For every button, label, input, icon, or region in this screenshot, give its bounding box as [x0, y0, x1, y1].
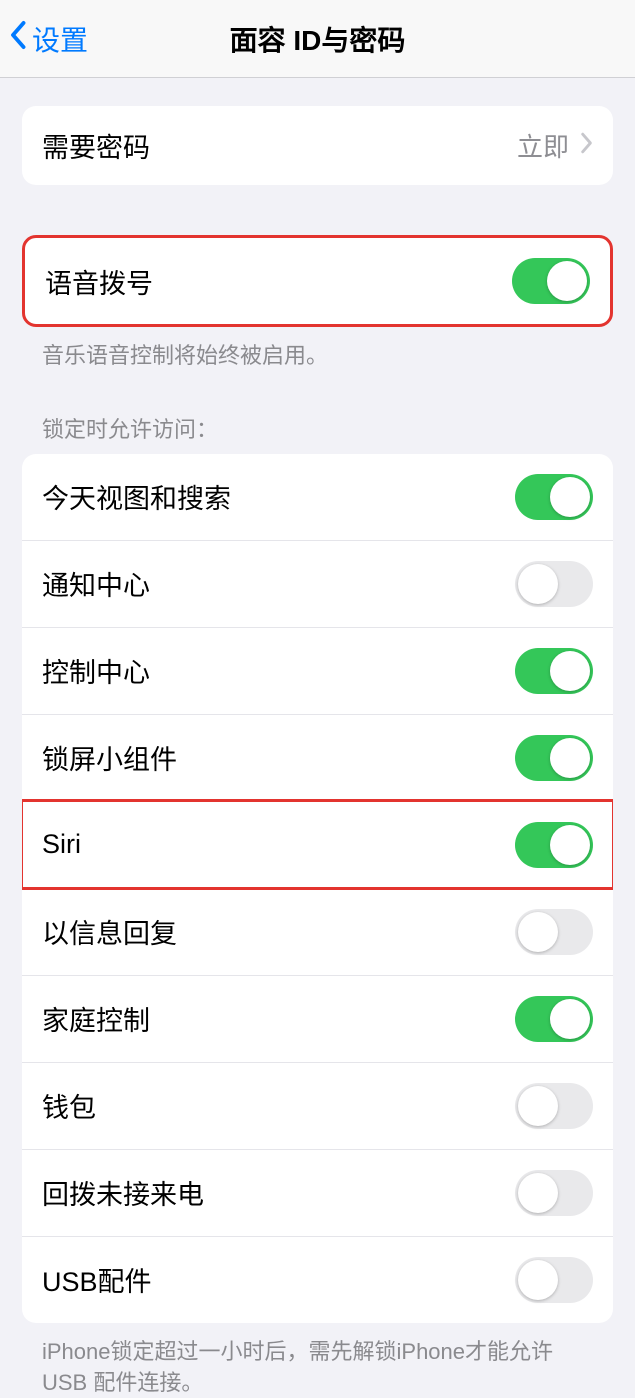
chevron-right-icon: [579, 132, 593, 159]
locked-access-header: 锁定时允许访问：: [42, 412, 593, 444]
voice-dial-toggle[interactable]: [512, 258, 590, 304]
locked-access-footer: iPhone锁定超过一小时后，需先解锁iPhone才能允许USB 配件连接。: [42, 1337, 593, 1398]
voice-dial-row[interactable]: 语音拨号: [25, 238, 610, 324]
locked-access-toggle[interactable]: [515, 648, 593, 694]
back-label: 设置: [32, 19, 88, 59]
locked-access-group: 今天视图和搜索通知中心控制中心锁屏小组件 Siri 以信息回复家庭控制钱包回拨未接来…: [22, 454, 613, 1323]
locked-access-toggle[interactable]: [515, 474, 593, 520]
locked-access-label: 回拨未接来电: [42, 1173, 204, 1212]
locked-access-row[interactable]: 今天视图和搜索: [22, 454, 613, 540]
locked-access-label: 钱包: [42, 1086, 96, 1125]
locked-access-label: 今天视图和搜索: [42, 477, 231, 516]
locked-access-toggle[interactable]: [515, 561, 593, 607]
locked-access-label: 家庭控制: [42, 999, 150, 1038]
page-title: 面容 ID与密码: [0, 19, 635, 59]
locked-access-label: 控制中心: [42, 651, 150, 690]
locked-access-label: 锁屏小组件: [42, 738, 177, 777]
voice-dial-footer: 音乐语音控制将始终被启用。: [42, 341, 593, 372]
locked-access-toggle[interactable]: [515, 1170, 593, 1216]
require-passcode-label: 需要密码: [42, 126, 150, 165]
locked-access-toggle[interactable]: [515, 996, 593, 1042]
locked-access-row[interactable]: 锁屏小组件: [22, 714, 613, 801]
locked-access-row[interactable]: 家庭控制: [22, 975, 613, 1062]
content: 需要密码 立即 语音拨号 音乐语音控制将始终被启用。 锁定时允许访问： 今天视图…: [0, 106, 635, 1398]
voice-dial-group: 语音拨号: [22, 235, 613, 327]
locked-access-row[interactable]: 通知中心: [22, 540, 613, 627]
locked-access-row[interactable]: Siri: [22, 801, 613, 888]
locked-access-label: USB配件: [42, 1260, 152, 1299]
locked-access-row[interactable]: 回拨未接来电: [22, 1149, 613, 1236]
locked-access-row[interactable]: 钱包: [22, 1062, 613, 1149]
require-passcode-row[interactable]: 需要密码 立即: [22, 106, 613, 185]
back-button[interactable]: 设置: [10, 19, 88, 59]
locked-access-label: 以信息回复: [42, 912, 177, 951]
require-passcode-value: 立即: [517, 127, 569, 164]
locked-access-row[interactable]: USB配件: [22, 1236, 613, 1323]
locked-access-row[interactable]: 控制中心: [22, 627, 613, 714]
voice-dial-label: 语音拨号: [45, 262, 153, 301]
require-passcode-group: 需要密码 立即: [22, 106, 613, 185]
navbar: 设置 面容 ID与密码: [0, 0, 635, 78]
locked-access-toggle[interactable]: [515, 822, 593, 868]
locked-access-toggle[interactable]: [515, 909, 593, 955]
locked-access-label: Siri: [42, 829, 81, 860]
locked-access-toggle[interactable]: [515, 1083, 593, 1129]
locked-access-toggle[interactable]: [515, 1257, 593, 1303]
locked-access-toggle[interactable]: [515, 735, 593, 781]
chevron-left-icon: [10, 20, 32, 57]
locked-access-label: 通知中心: [42, 564, 150, 603]
locked-access-row[interactable]: 以信息回复: [22, 888, 613, 975]
